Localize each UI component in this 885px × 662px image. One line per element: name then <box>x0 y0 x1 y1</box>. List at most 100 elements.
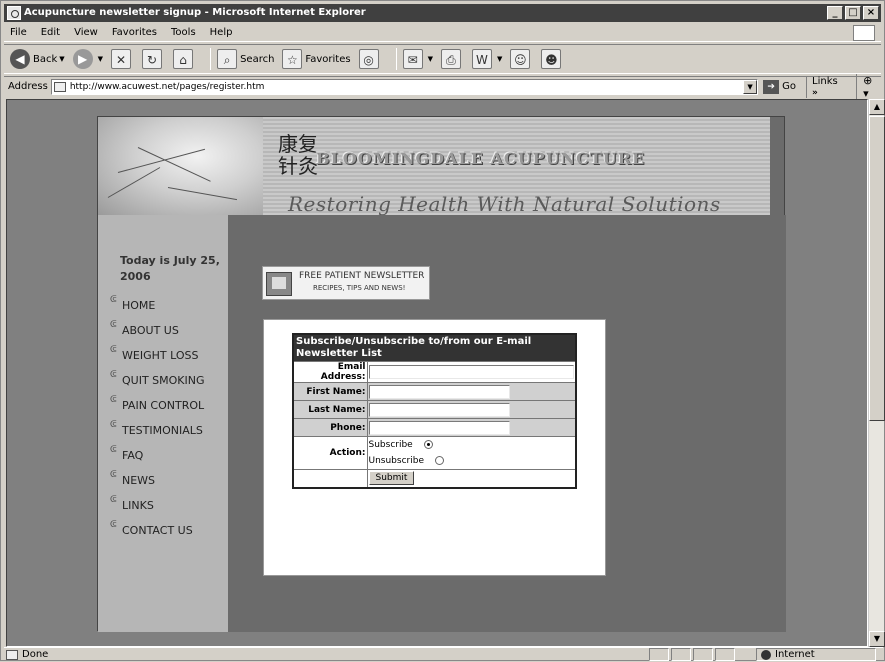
first-name-label: First Name: <box>292 382 368 401</box>
mail-button[interactable]: ✉ ▼ <box>402 49 433 69</box>
close-button[interactable]: × <box>863 6 879 20</box>
security-zone[interactable]: Internet <box>756 648 876 661</box>
nav-bullet-icon: ᕳ <box>110 520 117 530</box>
phone-field[interactable] <box>368 420 510 435</box>
menu-help[interactable]: Help <box>210 27 233 38</box>
scroll-down-button[interactable]: ▼ <box>869 631 885 647</box>
submit-button[interactable]: Submit <box>368 471 415 486</box>
nav-label: NEWS <box>122 474 156 487</box>
internet-globe-icon <box>761 650 771 660</box>
menu-file[interactable]: File <box>10 27 27 38</box>
nav-home[interactable]: ᕳ HOME <box>110 295 205 320</box>
status-text: Done <box>22 649 49 660</box>
back-dropdown-icon[interactable]: ▼ <box>59 55 64 63</box>
menu-bar: File Edit View Favorites Tools Help <box>4 24 881 42</box>
status-cell <box>649 648 669 661</box>
nav-links[interactable]: ᕳ LINKS <box>110 495 205 520</box>
nav-bullet-icon: ᕳ <box>110 345 117 355</box>
nav-about-us[interactable]: ᕳ ABOUT US <box>110 320 205 345</box>
nav-news[interactable]: ᕳ NEWS <box>110 470 205 495</box>
nav-contact-us[interactable]: ᕳ CONTACT US <box>110 520 205 545</box>
go-button[interactable]: ➔ Go <box>763 79 796 94</box>
nav-weight-loss[interactable]: ᕳ WEIGHT LOSS <box>110 345 205 370</box>
menu-favorites[interactable]: Favorites <box>112 27 157 38</box>
email-field[interactable] <box>368 365 574 379</box>
menu-tools[interactable]: Tools <box>171 27 196 38</box>
nav-label: WEIGHT LOSS <box>122 349 199 362</box>
forward-button[interactable]: ▶ ▼ <box>72 49 103 69</box>
nav-quit-smoking[interactable]: ᕳ QUIT SMOKING <box>110 370 205 395</box>
discuss-icon: ☺ <box>510 49 531 69</box>
page-icon <box>53 81 66 92</box>
mail-dropdown-icon[interactable]: ▼ <box>428 55 433 63</box>
status-bar: Done Internet <box>4 647 883 661</box>
nav-pain-control[interactable]: ᕳ PAIN CONTROL <box>110 395 205 420</box>
status-cell <box>715 648 735 661</box>
subscribe-radio[interactable] <box>423 440 433 449</box>
mail-icon: ✉ <box>402 49 423 69</box>
menu-edit[interactable]: Edit <box>41 27 60 38</box>
media-button[interactable]: ◎ <box>358 49 382 69</box>
toolbar-extension-icon[interactable]: ⊕ ▾ <box>856 73 881 100</box>
home-icon: ⌂ <box>173 49 194 69</box>
favorites-label: Favorites <box>305 53 351 65</box>
nav-testimonials[interactable]: ᕳ TESTIMONIALS <box>110 420 205 445</box>
address-dropdown-icon[interactable]: ▼ <box>743 79 758 94</box>
scroll-thumb[interactable] <box>869 116 885 421</box>
nav-faq[interactable]: ᕳ FAQ <box>110 445 205 470</box>
links-chevron-icon: » <box>812 87 818 98</box>
address-input[interactable]: http://www.acuwest.net/pages/register.ht… <box>50 78 759 95</box>
refresh-icon: ↻ <box>142 49 163 69</box>
back-button[interactable]: ◀ Back ▼ <box>10 49 65 69</box>
search-button[interactable]: ⌕ Search <box>217 49 274 69</box>
page-viewport: 康复 针灸 BLOOMINGDALE ACUPUNCTURE Restoring … <box>6 99 868 647</box>
home-button[interactable]: ⌂ <box>173 49 196 69</box>
form-heading: Subscribe/Unsubscribe to/from our E-mail… <box>293 334 576 362</box>
main-content: FREE PATIENT NEWSLETTER RECIPES, TIPS AN… <box>228 215 786 632</box>
unsubscribe-label: Unsubscribe <box>368 456 425 466</box>
unsubscribe-option[interactable]: Unsubscribe <box>369 453 575 469</box>
acupuncture-photo <box>98 117 263 215</box>
first-name-field[interactable] <box>368 384 510 399</box>
minimize-button[interactable]: _ <box>827 6 843 20</box>
discuss-button[interactable]: ☺ <box>510 49 533 69</box>
nav-bullet-icon: ᕳ <box>110 395 117 405</box>
menu-view[interactable]: View <box>74 27 98 38</box>
links-button[interactable]: Links » <box>806 75 846 98</box>
messenger-people-icon: ☻ <box>541 49 562 69</box>
unsubscribe-radio[interactable] <box>434 456 444 465</box>
sidebar: Today is July 25, 2006 ᕳ HOME ᕳ ABOUT US ᕳ… <box>98 215 228 632</box>
last-name-field[interactable] <box>368 402 510 417</box>
stop-icon: ✕ <box>111 49 132 69</box>
edit-button[interactable]: W ▼ <box>471 49 502 69</box>
nav-label: PAIN CONTROL <box>122 399 205 412</box>
edit-word-icon: W <box>471 49 492 69</box>
nav-label: HOME <box>122 299 156 312</box>
browser-window: Acupuncture newsletter signup - Microsof… <box>0 0 885 661</box>
maximize-button[interactable]: □ <box>845 6 861 20</box>
messenger-button[interactable]: ☻ <box>541 49 564 69</box>
stop-button[interactable]: ✕ <box>111 49 134 69</box>
edit-dropdown-icon[interactable]: ▼ <box>497 55 502 63</box>
media-icon: ◎ <box>358 49 379 69</box>
status-page-icon <box>6 649 18 660</box>
newsletter-promo-banner: FREE PATIENT NEWSLETTER RECIPES, TIPS AN… <box>262 266 430 300</box>
status-cell <box>671 648 691 661</box>
status-cells <box>649 648 737 662</box>
favorites-star-icon: ☆ <box>282 49 303 69</box>
search-icon: ⌕ <box>217 49 238 69</box>
nav-bullet-icon: ᕳ <box>110 420 117 430</box>
print-button[interactable]: ⎙ <box>440 49 464 69</box>
action-label: Action: <box>292 436 368 470</box>
scroll-up-button[interactable]: ▲ <box>869 99 885 115</box>
site-banner: 康复 针灸 BLOOMINGDALE ACUPUNCTURE Restoring … <box>98 117 770 216</box>
vertical-scrollbar[interactable]: ▲ ▼ <box>868 99 885 647</box>
forward-dropdown-icon[interactable]: ▼ <box>98 55 103 63</box>
nav-label: TESTIMONIALS <box>122 424 203 437</box>
refresh-button[interactable]: ↻ <box>142 49 165 69</box>
back-arrow-icon: ◀ <box>10 49 30 69</box>
favorites-button[interactable]: ☆ Favorites <box>282 49 351 69</box>
title-bar[interactable]: Acupuncture newsletter signup - Microsof… <box>4 4 881 22</box>
subscribe-option[interactable]: Subscribe <box>369 437 575 453</box>
go-arrow-icon: ➔ <box>763 79 780 94</box>
